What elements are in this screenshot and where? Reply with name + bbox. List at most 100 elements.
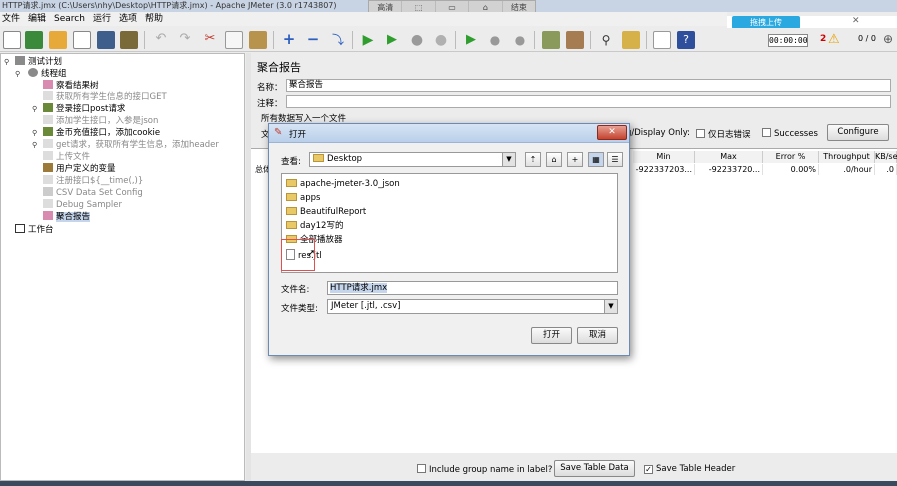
column-header[interactable]: Max: [695, 151, 763, 163]
file-name-label: 文件名:: [281, 285, 310, 295]
comment-field[interactable]: [286, 95, 891, 108]
expand-toggle-icon[interactable]: ⚲: [32, 105, 37, 113]
menu-edit[interactable]: 编辑: [26, 12, 52, 26]
remote-start-icon[interactable]: ▶: [462, 31, 480, 49]
remote-shutdown-icon[interactable]: ●: [511, 31, 529, 49]
warning-icon[interactable]: ⚠: [828, 32, 840, 47]
tree-node-test-plan[interactable]: 测试计划: [15, 56, 62, 68]
save-header-checkbox[interactable]: ✓: [644, 465, 653, 474]
expand-toggle-icon[interactable]: ⚲: [15, 70, 20, 78]
configure-button[interactable]: Configure: [827, 124, 889, 141]
column-header[interactable]: Min: [633, 151, 695, 163]
menu-search[interactable]: Search: [52, 12, 91, 26]
copy-icon[interactable]: [225, 31, 243, 49]
look-in-select[interactable]: Desktop ▼: [309, 152, 516, 167]
open-icon[interactable]: [49, 31, 67, 49]
paste-icon[interactable]: [249, 31, 267, 49]
remote-status-icon[interactable]: ⊕: [883, 32, 893, 46]
shutdown-icon[interactable]: ●: [432, 31, 450, 49]
remote-stop-icon[interactable]: ●: [486, 31, 504, 49]
tree-node-aggregate-report[interactable]: 聚合报告: [43, 211, 91, 223]
list-item[interactable]: apps: [286, 193, 320, 204]
new-icon[interactable]: [3, 31, 21, 49]
start-no-pause-icon[interactable]: ▶: [383, 31, 401, 49]
reset-search-icon[interactable]: [622, 31, 640, 49]
tree-node-get-students[interactable]: 获取所有学生信息的接口GET: [43, 91, 167, 103]
save-icon[interactable]: [97, 31, 115, 49]
errors-only-checkbox[interactable]: [696, 129, 705, 138]
new-folder-icon[interactable]: +: [567, 152, 583, 167]
cancel-button[interactable]: 取消: [577, 327, 618, 344]
errors-only-option[interactable]: 仅日志错误: [696, 128, 751, 140]
undo-icon[interactable]: ↶: [152, 31, 170, 49]
function-helper-icon[interactable]: [653, 31, 671, 49]
clear-icon[interactable]: [542, 31, 560, 49]
include-group-checkbox[interactable]: [417, 464, 426, 473]
close-file-icon[interactable]: [73, 31, 91, 49]
chevron-down-icon[interactable]: ▼: [502, 153, 515, 166]
gear-icon: [28, 68, 38, 77]
details-view-icon[interactable]: ☰: [607, 152, 623, 167]
expand-toggle-icon[interactable]: ⚲: [4, 58, 9, 66]
tree-node-register[interactable]: 注册接口${__time(,)}: [43, 175, 143, 187]
search-icon[interactable]: ⚲: [597, 31, 615, 49]
tree-node-csv-data-set[interactable]: CSV Data Set Config: [43, 187, 143, 199]
tree-node-debug-sampler[interactable]: Debug Sampler: [43, 199, 122, 211]
list-item[interactable]: day12写的: [286, 221, 343, 232]
redo-icon[interactable]: ↷: [176, 31, 194, 49]
menu-run[interactable]: 运行: [91, 12, 117, 26]
file-type-select[interactable]: JMeter [.jtl, .csv] ▼: [327, 299, 618, 314]
successes-checkbox[interactable]: [762, 128, 771, 137]
expand-toggle-icon[interactable]: ⚲: [32, 141, 37, 149]
sampler-icon: [43, 103, 53, 112]
successes-option[interactable]: Successes: [762, 128, 818, 139]
tree-node-gold-recharge[interactable]: 金币充值接口，添加cookie: [43, 127, 160, 139]
toggle-icon[interactable]: ⤵: [329, 31, 347, 49]
tree-node-get-with-header[interactable]: get请求，获取所有学生信息，添加header: [43, 139, 219, 151]
menu-file[interactable]: 文件: [0, 12, 26, 26]
sampler-icon: [43, 139, 53, 148]
save-as-icon[interactable]: [120, 31, 138, 49]
help-icon[interactable]: ?: [677, 31, 695, 49]
sampler-icon: [43, 127, 53, 136]
toolbar-separator: [534, 31, 535, 49]
start-icon[interactable]: ▶: [359, 31, 377, 49]
home-folder-icon[interactable]: ⌂: [546, 152, 562, 167]
include-group-option[interactable]: Include group name in label?: [417, 464, 552, 475]
column-header[interactable]: Error %: [763, 151, 819, 163]
toolbar-separator: [352, 31, 353, 49]
name-field[interactable]: 聚合报告: [286, 79, 891, 92]
expand-toggle-icon[interactable]: ⚲: [32, 129, 37, 137]
clear-all-icon[interactable]: [566, 31, 584, 49]
chevron-down-icon[interactable]: ▼: [604, 300, 617, 313]
dialog-close-button[interactable]: ✕: [597, 125, 627, 140]
tree-node-thread-group[interactable]: 线程组: [28, 68, 67, 80]
tree-node-login-post[interactable]: 登录接口post请求: [43, 103, 125, 115]
file-name-input[interactable]: HTTP请求.jmx: [327, 281, 618, 295]
list-item[interactable]: apache-jmeter-3.0_json: [286, 179, 400, 190]
save-header-option[interactable]: ✓ Save Table Header: [644, 464, 735, 474]
list-view-icon[interactable]: ▦: [588, 152, 604, 167]
column-header[interactable]: KB/sec: [875, 151, 897, 163]
menu-options[interactable]: 选项: [117, 12, 143, 26]
upload-close-icon[interactable]: ✕: [852, 16, 860, 26]
collapse-all-icon[interactable]: −: [304, 31, 322, 49]
toolbar-separator: [590, 31, 591, 49]
save-table-data-button[interactable]: Save Table Data: [554, 460, 635, 477]
menu-help[interactable]: 帮助: [143, 12, 169, 26]
column-header[interactable]: Throughput: [819, 151, 875, 163]
open-button[interactable]: 打开: [531, 327, 572, 344]
expand-all-icon[interactable]: +: [280, 31, 298, 49]
templates-icon[interactable]: [25, 31, 43, 49]
tree-node-upload-file[interactable]: 上传文件: [43, 151, 90, 163]
stop-icon[interactable]: ●: [408, 31, 426, 49]
up-folder-icon[interactable]: ⇡: [525, 152, 541, 167]
tree-node-add-student-json[interactable]: 添加学生接口，入参是json: [43, 115, 158, 127]
tree-node-user-variables[interactable]: 用户定义的变量: [43, 163, 116, 175]
active-threads: 0 / 0: [858, 34, 876, 43]
toolbar-separator: [455, 31, 456, 49]
menu-bar: 文件 编辑 Search 运行 选项 帮助: [0, 12, 727, 26]
cut-icon[interactable]: ✂: [201, 31, 219, 49]
list-item[interactable]: BeautifulReport: [286, 207, 366, 218]
tree-node-workbench[interactable]: 工作台: [15, 224, 54, 236]
